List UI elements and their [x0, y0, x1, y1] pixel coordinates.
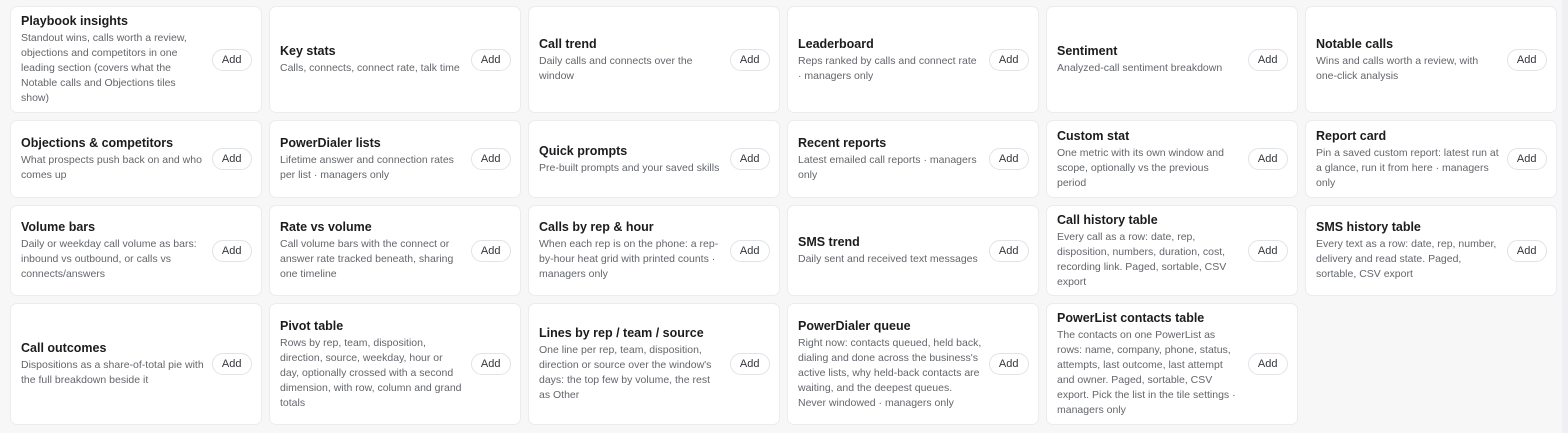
tile-title: Report card: [1316, 128, 1387, 143]
tile-description: Pre-built prompts and your saved skills: [539, 161, 720, 174]
tile-description: One metric with its own window and scope…: [1057, 146, 1224, 189]
tile-pivot-table: Pivot table Rows by rep, team, dispositi…: [269, 303, 521, 425]
tile-title: Quick prompts: [539, 143, 628, 158]
tile-title: Rate vs volume: [280, 220, 372, 234]
tile-calls-by-rep-hour: Calls by rep & hour When each rep is on …: [528, 205, 780, 296]
tile-description: When each rep is on the phone: a rep-by-…: [539, 238, 719, 280]
tile-title: Lines by rep / team / source: [539, 326, 704, 340]
scrollbar[interactable]: [1562, 0, 1568, 433]
tile-title: Call trend: [539, 36, 597, 51]
tile-title: Pivot table: [280, 318, 344, 333]
tile-title: Recent reports: [798, 136, 887, 150]
tile-description: Lifetime answer and connection rates per…: [280, 154, 454, 181]
widget-gallery: Playbook insights Standout wins, calls w…: [10, 6, 1557, 425]
tile-leaderboard: Leaderboard Reps ranked by calls and con…: [787, 6, 1039, 113]
tile-title: Call outcomes: [21, 341, 107, 355]
add-button[interactable]: Add: [988, 239, 1029, 262]
tile-description: Analyzed-call sentiment breakdown: [1057, 62, 1223, 74]
tile-powerdialer-queue: PowerDialer queue Right now: contacts qu…: [787, 303, 1039, 425]
tile-description: Right now: contacts queued, held back, d…: [798, 336, 982, 409]
add-button[interactable]: Add: [729, 353, 770, 375]
tile-description: Call volume bars with the connect or ans…: [280, 238, 454, 280]
tile-call-trend: Call trend Daily calls and connects over…: [528, 6, 780, 113]
empty-slot: [1305, 303, 1557, 425]
add-button[interactable]: Add: [988, 148, 1029, 170]
tile-title: PowerDialer queue: [798, 318, 911, 333]
tile-title: Volume bars: [21, 220, 96, 234]
tile-call-history-table: Call history table Every call as a row: …: [1046, 205, 1298, 296]
tile-powerdialer-lists: PowerDialer lists Lifetime answer and co…: [269, 120, 521, 198]
add-button[interactable]: Add: [1506, 239, 1547, 262]
tile-description: Daily sent and received text messages: [798, 253, 978, 265]
tile-custom-stat: Custom stat One metric with its own wind…: [1046, 120, 1298, 198]
tile-key-stats: Key stats Calls, connects, connect rate,…: [269, 6, 521, 113]
tile-recent-reports: Recent reports Latest emailed call repor…: [787, 120, 1039, 198]
tile-description: Calls, connects, connect rate, talk time: [280, 62, 460, 74]
add-button[interactable]: Add: [1247, 239, 1288, 262]
tile-playbook-insights: Playbook insights Standout wins, calls w…: [10, 6, 262, 113]
tile-volume-bars: Volume bars Daily or weekday call volume…: [10, 205, 262, 296]
tile-description: Latest emailed call reports · managers o…: [798, 154, 977, 181]
tile-title: Call history table: [1057, 212, 1158, 227]
add-button[interactable]: Add: [1247, 353, 1288, 375]
tile-title: Playbook insights: [21, 14, 128, 28]
tile-title: PowerDialer lists: [280, 136, 381, 150]
tile-title: PowerList contacts table: [1057, 311, 1205, 325]
tile-title: Objections & competitors: [21, 136, 174, 150]
tile-sms-trend: SMS trend Daily sent and received text m…: [787, 205, 1039, 296]
add-button[interactable]: Add: [1506, 48, 1547, 71]
tile-description: One line per rep, team, disposition, dir…: [539, 344, 712, 401]
add-button[interactable]: Add: [211, 353, 252, 375]
tile-title: Leaderboard: [798, 36, 874, 51]
tile-sms-history-table: SMS history table Every text as a row: d…: [1305, 205, 1557, 296]
tile-description: Daily or weekday call volume as bars: in…: [21, 238, 197, 280]
add-button[interactable]: Add: [1247, 148, 1288, 170]
tile-notable-calls: Notable calls Wins and calls worth a rev…: [1305, 6, 1557, 113]
add-button[interactable]: Add: [988, 48, 1029, 71]
add-button[interactable]: Add: [211, 148, 252, 170]
tile-title: SMS history table: [1316, 220, 1421, 234]
tile-description: Reps ranked by calls and connect rate · …: [798, 54, 977, 82]
tile-rate-vs-volume: Rate vs volume Call volume bars with the…: [269, 205, 521, 296]
tile-call-outcomes: Call outcomes Dispositions as a share-of…: [10, 303, 262, 425]
add-button[interactable]: Add: [1506, 148, 1547, 170]
tile-title: Calls by rep & hour: [539, 220, 654, 234]
add-button[interactable]: Add: [211, 239, 252, 262]
tile-title: SMS trend: [798, 235, 860, 249]
tile-description: Wins and calls worth a review, with one-…: [1316, 54, 1479, 82]
add-button[interactable]: Add: [988, 353, 1029, 375]
tile-sentiment: Sentiment Analyzed-call sentiment breakd…: [1046, 6, 1298, 113]
add-button[interactable]: Add: [470, 239, 511, 262]
add-button[interactable]: Add: [729, 48, 770, 71]
tile-quick-prompts: Quick prompts Pre-built prompts and your…: [528, 120, 780, 198]
tile-description: Pin a saved custom report: latest run at…: [1316, 146, 1499, 189]
add-button[interactable]: Add: [470, 353, 511, 375]
tile-description: Rows by rep, team, disposition, directio…: [280, 336, 462, 409]
tile-powerlist-contacts-table: PowerList contacts table The contacts on…: [1046, 303, 1298, 425]
tile-objections-competitors: Objections & competitors What prospects …: [10, 120, 262, 198]
tile-description: What prospects push back on and who come…: [21, 154, 202, 181]
tile-report-card: Report card Pin a saved custom report: l…: [1305, 120, 1557, 198]
tile-lines-by-rep-team-source: Lines by rep / team / source One line pe…: [528, 303, 780, 425]
tile-description: Dispositions as a share-of-total pie wit…: [21, 359, 204, 386]
tile-description: Every call as a row: date, rep, disposit…: [1057, 230, 1227, 288]
add-button[interactable]: Add: [470, 48, 511, 71]
tile-description: The contacts on one PowerList as rows: n…: [1057, 329, 1236, 416]
add-button[interactable]: Add: [470, 148, 511, 170]
add-button[interactable]: Add: [1247, 48, 1288, 71]
tile-description: Standout wins, calls worth a review, obj…: [21, 32, 187, 104]
add-button[interactable]: Add: [729, 148, 770, 170]
add-button[interactable]: Add: [211, 48, 252, 71]
tile-description: Daily calls and connects over the window: [539, 54, 693, 82]
tile-title: Sentiment: [1057, 44, 1118, 58]
tile-title: Key stats: [280, 44, 336, 58]
tile-title: Custom stat: [1057, 128, 1130, 143]
tile-title: Notable calls: [1316, 36, 1394, 51]
tile-description: Every text as a row: date, rep, number, …: [1316, 238, 1497, 280]
add-button[interactable]: Add: [729, 239, 770, 262]
